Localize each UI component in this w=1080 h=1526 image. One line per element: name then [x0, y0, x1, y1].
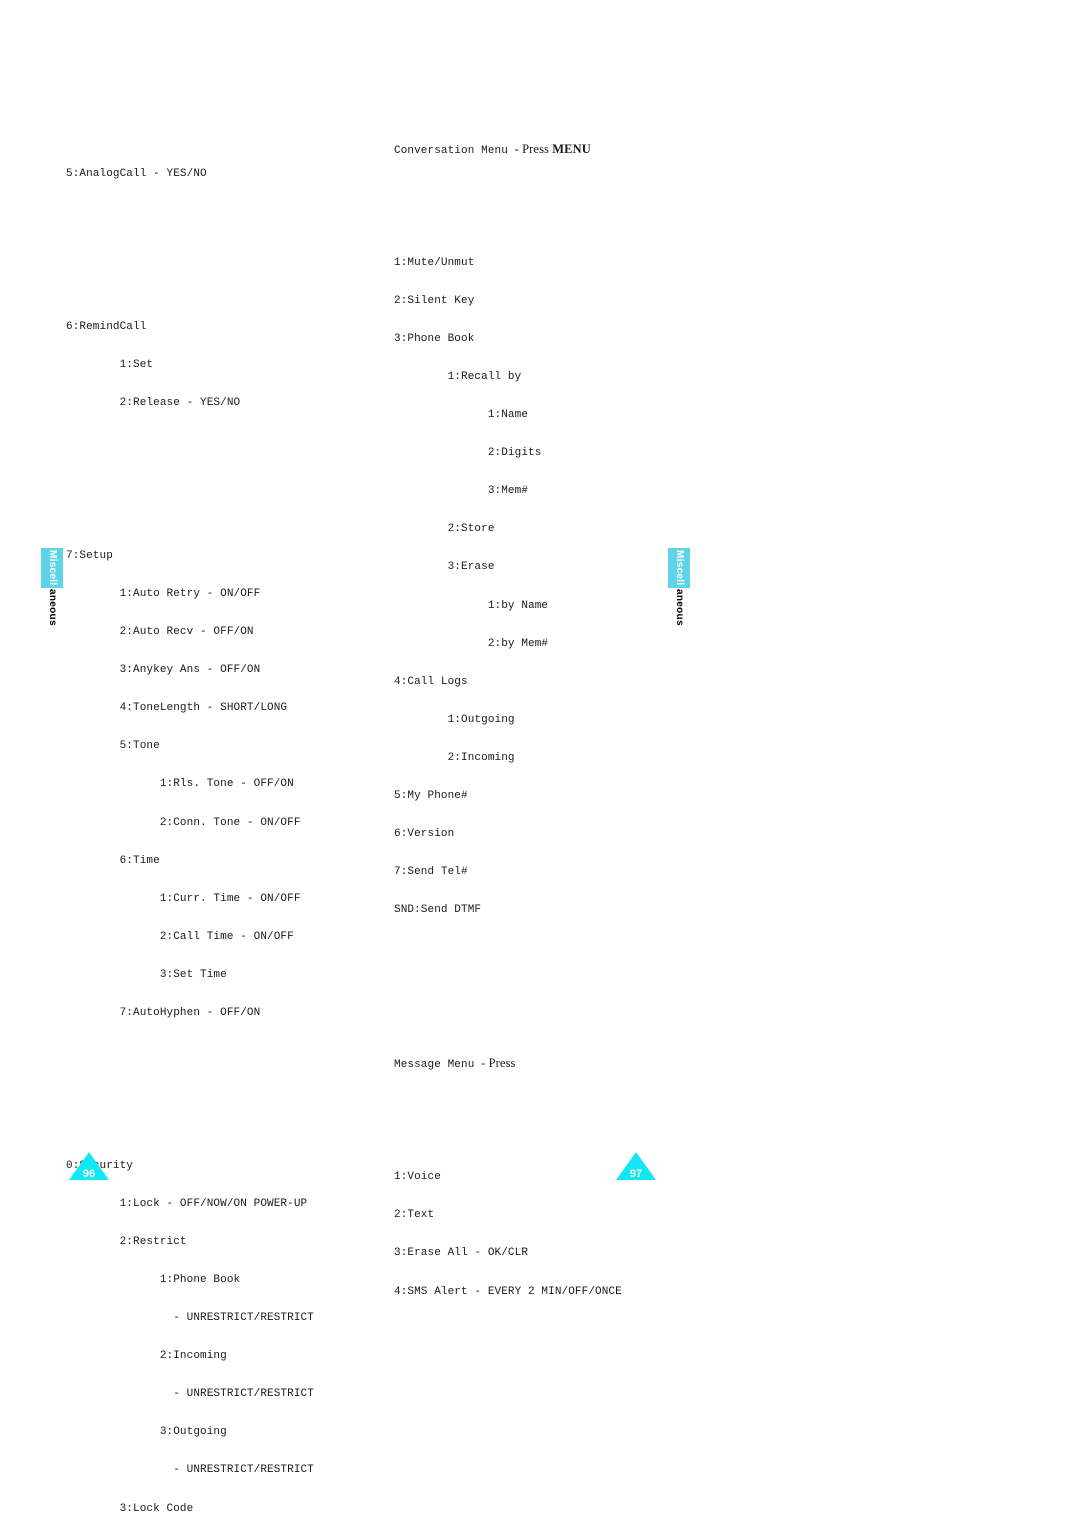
menu-line: 1:Name — [394, 409, 529, 422]
menu-line: 2:Store — [394, 523, 495, 536]
tab-block: Miscell aneous — [41, 548, 63, 626]
menu-line: 1:Set — [66, 359, 154, 372]
menu-line: 2:Call Time - ON/OFF — [66, 930, 294, 943]
page-number: 97 — [629, 1168, 643, 1180]
menu-block-analogcall: 5:AnalogCall - YES/NO — [66, 143, 361, 207]
conversation-menu-list: 1:Mute/Unmut 2:Silent Key 3:Phone Book 1… — [394, 231, 622, 942]
document-page: 5:AnalogCall - YES/NO 6:RemindCall 1:Set… — [0, 0, 1080, 1515]
menu-line: 6:RemindCall — [66, 320, 147, 333]
menu-line: - UNRESTRICT/RESTRICT — [66, 1388, 314, 1401]
menu-line: 6:Time — [66, 854, 160, 867]
menu-line: 4:SMS Alert - EVERY 2 MIN/OFF/ONCE — [394, 1285, 622, 1298]
menu-line: 2:Conn. Tone - ON/OFF — [66, 816, 301, 829]
menu-line: 2:Silent Key — [394, 294, 475, 307]
menu-line: 5:AnalogCall - YES/NO — [66, 168, 207, 181]
menu-line: 7:AutoHyphen - OFF/ON — [66, 1006, 261, 1019]
message-menu-header: Message Menu - Press — [394, 1057, 622, 1071]
menu-line: 3:Set Time — [66, 968, 227, 981]
menu-line: 1:Lock - OFF/NOW/ON POWER-UP — [66, 1197, 308, 1210]
message-menu-press-text: - Press — [481, 1056, 516, 1071]
menu-line: SND:Send DTMF — [394, 904, 482, 917]
menu-line: 2:Auto Recv - OFF/ON — [66, 626, 254, 639]
menu-line: 3:Lock Code — [66, 1502, 194, 1515]
tab-label-bottom: aneous — [674, 589, 685, 626]
message-menu-list: 1:Voice 2:Text 3:Erase All - OK/CLR 4:SM… — [394, 1146, 622, 1324]
menu-line: - UNRESTRICT/RESTRICT — [66, 1312, 314, 1325]
tab-label-bottom: aneous — [47, 589, 58, 626]
menu-line: 2:Restrict — [66, 1235, 187, 1248]
conversation-menu-press-text: - Press — [514, 141, 553, 156]
menu-line: 3:Outgoing — [66, 1426, 227, 1439]
menu-line: 3:Anykey Ans - OFF/ON — [66, 664, 261, 677]
menu-line: 2:Incoming — [66, 1350, 227, 1363]
menu-line: 1:Recall by — [394, 371, 522, 384]
menu-line: 1:Curr. Time - ON/OFF — [66, 892, 301, 905]
menu-line: 2:by Mem# — [394, 637, 549, 650]
right-text-column: Conversation Menu - Press MENU 1:Mute/Un… — [394, 92, 622, 1362]
menu-line: 3:Erase — [394, 561, 495, 574]
menu-line: 1:Rls. Tone - OFF/ON — [66, 778, 294, 791]
menu-line: 6:Version — [394, 828, 455, 841]
menu-line: 2:Text — [394, 1209, 435, 1222]
menu-line: 2:Digits — [394, 447, 542, 460]
menu-line: 1:Voice — [394, 1171, 441, 1184]
menu-block-security: 0:Security 1:Lock - OFF/NOW/ON POWER-UP … — [66, 1134, 361, 1526]
menu-line: 3:Erase All - OK/CLR — [394, 1247, 529, 1260]
menu-line: 1:by Name — [394, 599, 549, 612]
menu-line: 0:Security — [66, 1159, 134, 1172]
menu-line: 1:Mute/Unmut — [394, 256, 475, 269]
menu-line: 1:Auto Retry - ON/OFF — [66, 587, 261, 600]
conversation-menu-header: Conversation Menu - Press MENU — [394, 141, 622, 157]
tab-label-top: Miscell — [674, 550, 685, 586]
menu-line: 1:Outgoing — [394, 713, 515, 726]
page-number: 96 — [82, 1168, 96, 1180]
menu-block-remindcall: 6:RemindCall 1:Set 2:Release - YES/NO — [66, 296, 361, 436]
menu-line: 3:Mem# — [394, 485, 529, 498]
menu-line: 7:Setup — [66, 549, 113, 562]
menu-line: 4:Call Logs — [394, 675, 468, 688]
menu-line: 3:Phone Book — [394, 332, 475, 345]
conversation-menu-title: Conversation Menu — [394, 144, 515, 157]
tab-label-top: Miscell — [47, 550, 58, 586]
menu-line: - UNRESTRICT/RESTRICT — [66, 1464, 314, 1477]
menu-line: 7:Send Tel# — [394, 866, 468, 879]
message-menu-title: Message Menu — [394, 1059, 482, 1072]
left-text-column: 5:AnalogCall - YES/NO 6:RemindCall 1:Set… — [66, 92, 361, 1526]
menu-line: 1:Phone Book — [66, 1273, 241, 1286]
menu-line: 4:ToneLength - SHORT/LONG — [66, 702, 288, 715]
menu-line: 2:Release - YES/NO — [66, 397, 241, 410]
menu-block-setup: 7:Setup 1:Auto Retry - ON/OFF 2:Auto Rec… — [66, 524, 361, 1045]
tab-block: Miscell aneous — [668, 548, 690, 626]
menu-line: 5:Tone — [66, 740, 160, 753]
conversation-menu-key-name: MENU — [552, 141, 591, 156]
menu-line: 5:My Phone# — [394, 790, 468, 803]
